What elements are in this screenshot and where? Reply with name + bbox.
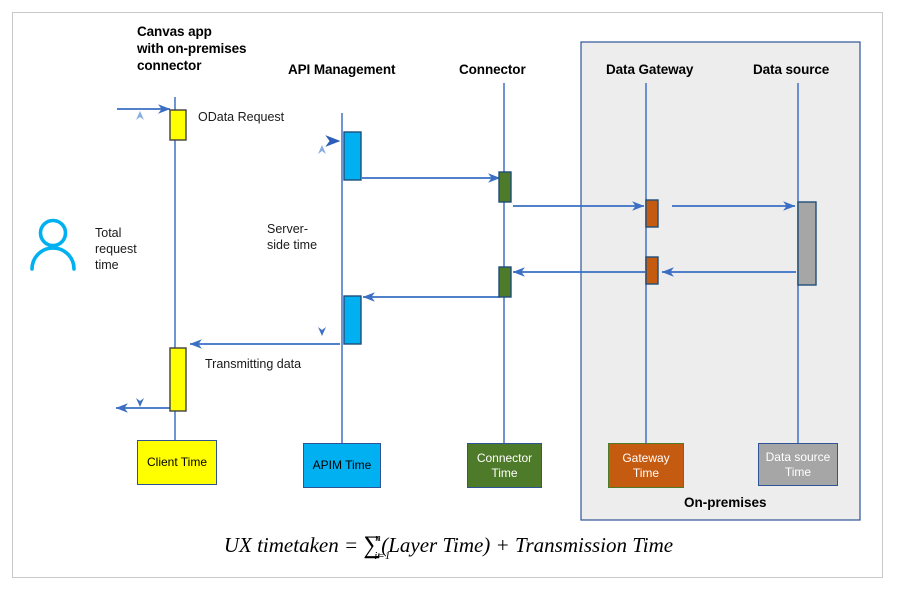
summation-upper: n	[375, 532, 381, 544]
duration-arrowhead-down-server-side-time	[318, 327, 326, 336]
actor-group	[30, 218, 76, 271]
message-label-odata-request: OData Request	[198, 110, 285, 124]
legend-gateway-time: Gateway Time	[608, 443, 684, 488]
lifeline-header-connector: Connector	[459, 62, 526, 77]
activation-datasource-active	[797, 201, 817, 286]
legend-connector-time: Connector Time	[467, 443, 542, 488]
activation-apim-response	[343, 295, 362, 345]
lifeline-header-client: Canvas app with on-premises connector	[137, 24, 247, 73]
formula-rhs: (Layer Time) + Transmission Time	[381, 533, 674, 557]
activation-apim-request	[343, 131, 362, 181]
duration-arrowhead-up-server-side-time	[318, 145, 326, 154]
lifeline-header-datasource: Data source	[753, 62, 830, 77]
formula-lhs: UX timetaken =	[223, 533, 364, 557]
actor-body-icon	[30, 246, 76, 271]
actor-head-icon	[38, 218, 68, 248]
activation-connector-response	[498, 266, 512, 298]
legend-client-time: Client Time	[137, 440, 217, 485]
activation-client-request	[169, 109, 187, 141]
duration-label-total-request-time: Total request time	[95, 226, 137, 272]
lifeline-header-gateway: Data Gateway	[606, 62, 694, 77]
diagram-canvas: Canvas app with on-premises connector API…	[0, 0, 897, 592]
onpremises-label: On-premises	[684, 495, 767, 510]
legend-datasource-time: Data source Time	[758, 443, 838, 486]
activation-gateway-response	[645, 256, 659, 285]
activation-connector-request	[498, 171, 512, 203]
activation-client-response	[169, 347, 187, 412]
message-label-transmitting-data: Transmitting data	[205, 357, 302, 371]
legend-apim-time: APIM Time	[303, 443, 381, 488]
summation-lower: i=1	[374, 550, 391, 562]
lifeline-header-apim: API Management	[288, 62, 396, 77]
duration-label-server-side-time: Server- side time	[267, 222, 318, 252]
activation-gateway-request	[645, 199, 659, 228]
formula-caption: UX timetaken = ∑ n i=1 (Layer Time) + Trans…	[0, 532, 897, 562]
duration-arrowhead-up-total-request-time	[136, 111, 144, 120]
